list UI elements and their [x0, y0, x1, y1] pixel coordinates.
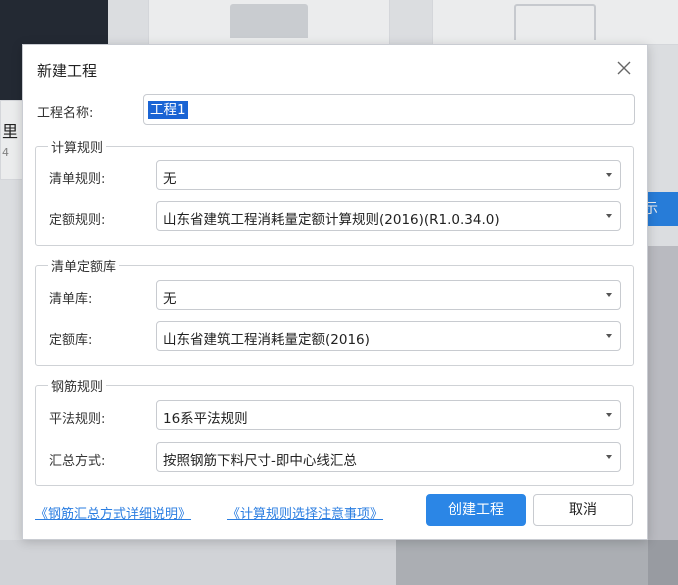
create-project-button[interactable]: 创建工程	[426, 494, 526, 526]
list-quota-lib-group-title: 清单定额库	[48, 256, 120, 275]
summary-method-label: 汇总方式:	[49, 454, 106, 469]
list-lib-label: 清单库:	[49, 292, 93, 307]
chevron-down-icon	[606, 413, 612, 417]
chevron-down-icon	[606, 455, 612, 459]
quota-lib-label: 定额库:	[49, 333, 93, 348]
chevron-down-icon	[606, 293, 612, 297]
cancel-button[interactable]: 取消	[533, 494, 633, 526]
close-icon	[617, 61, 631, 75]
flat-rule-value: 16系平法规则	[163, 411, 248, 427]
quota-lib-select[interactable]: 山东省建筑工程消耗量定额(2016)	[156, 321, 621, 351]
rebar-summary-help-link[interactable]: 《钢筋汇总方式详细说明》	[35, 503, 191, 522]
chevron-down-icon	[606, 173, 612, 177]
project-name-input[interactable]: 工程1	[143, 94, 635, 125]
summary-method-value: 按照钢筋下料尺寸-即中心线汇总	[163, 453, 357, 469]
quota-lib-value: 山东省建筑工程消耗量定额(2016)	[163, 332, 370, 348]
project-name-label: 工程名称:	[37, 106, 94, 121]
new-project-dialog: 新建工程 工程名称: 工程1 计算规则 清单规则: 无 定额规则: 山东省建筑工…	[22, 44, 648, 540]
chevron-down-icon	[606, 214, 612, 218]
close-button[interactable]	[615, 59, 633, 77]
calc-rule-notes-link[interactable]: 《计算规则选择注意事项》	[227, 503, 383, 522]
quota-rule-label: 定额规则:	[49, 213, 106, 228]
flat-rule-select[interactable]: 16系平法规则	[156, 400, 621, 430]
list-rule-label: 清单规则:	[49, 172, 106, 187]
summary-method-select[interactable]: 按照钢筋下料尺寸-即中心线汇总	[156, 442, 621, 472]
calc-rules-group-title: 计算规则	[48, 137, 107, 156]
chevron-down-icon	[606, 334, 612, 338]
dialog-title: 新建工程	[37, 62, 98, 80]
project-name-value: 工程1	[148, 101, 188, 119]
quota-rule-value: 山东省建筑工程消耗量定额计算规则(2016)(R1.0.34.0)	[163, 212, 500, 228]
list-lib-select[interactable]: 无	[156, 280, 621, 310]
list-rule-select[interactable]: 无	[156, 160, 621, 190]
list-lib-value: 无	[163, 291, 177, 307]
rebar-rules-group-title: 钢筋规则	[48, 376, 107, 395]
list-rule-value: 无	[163, 171, 177, 187]
quota-rule-select[interactable]: 山东省建筑工程消耗量定额计算规则(2016)(R1.0.34.0)	[156, 201, 621, 231]
flat-rule-label: 平法规则:	[49, 412, 106, 427]
